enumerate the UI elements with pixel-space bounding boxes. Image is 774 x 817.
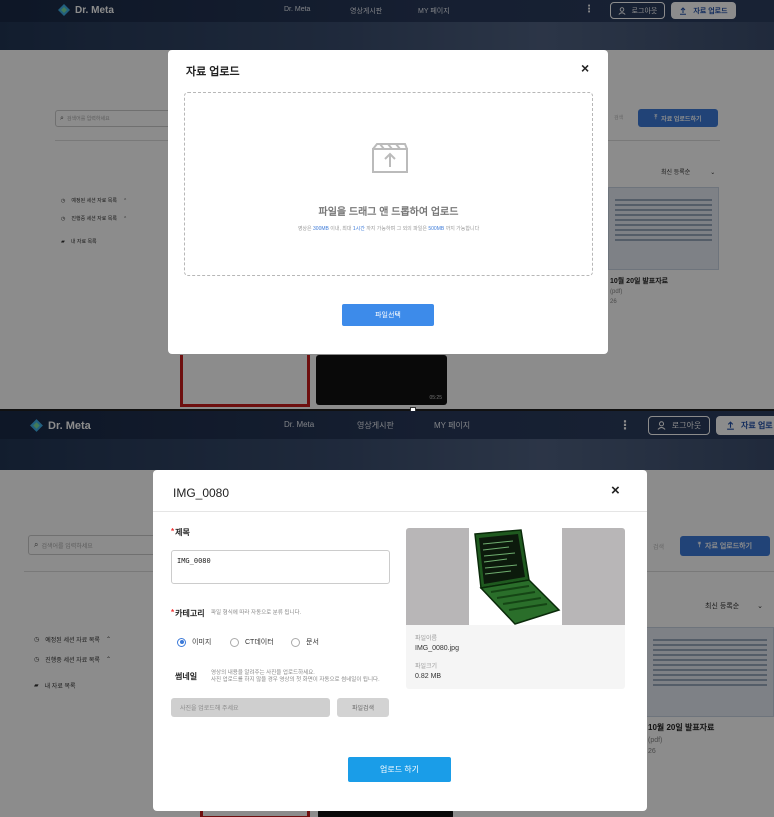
- note-file-size: 500MB: [428, 226, 445, 232]
- file-preview-panel: 파일이름 IMG_0080.jpg 파일크기 0.82 MB: [406, 528, 625, 689]
- file-name-label: 파일이름: [415, 636, 438, 642]
- thumbnail-hint: 영상의 내용을 알려주는 사진을 업로드하세요. 사진 업로드를 하지 않을 경…: [211, 670, 380, 685]
- close-icon[interactable]: ×: [581, 60, 589, 76]
- note-part: 까지 가능하며 그 외의 파일은: [364, 226, 429, 232]
- modal-title: 자료 업로드: [186, 66, 240, 78]
- close-icon[interactable]: ×: [611, 482, 620, 499]
- file-dropzone[interactable]: 파일을 드래그 앤 드롭하여 업로드 영상은 300MB 이내, 최대 1시간 …: [184, 92, 593, 276]
- radio-icon: [230, 637, 239, 647]
- thumbnail-hint-line2: 사진 업로드를 하지 않을 경우 영상의 첫 화면이 자동으로 썸네일이 됩니다…: [211, 677, 380, 684]
- dropzone-note: 영상은 300MB 이내, 최대 1시간 까지 가능하며 그 외의 파일은 50…: [185, 225, 592, 232]
- category-radio-document[interactable]: 문서: [291, 637, 319, 647]
- radio-icon: [291, 637, 300, 647]
- modal-header-divider: [153, 511, 647, 512]
- category-hint: 파일 형식에 따라 자동으로 분류 됩니다.: [211, 610, 302, 616]
- select-file-button[interactable]: 파일선택: [342, 304, 434, 326]
- thumbnail-input[interactable]: 사진을 업로드해 주세요: [171, 698, 330, 717]
- radio-label: CT데이터: [245, 639, 274, 646]
- radio-selected-icon: [177, 637, 186, 647]
- note-video-length: 1시간: [352, 226, 365, 232]
- upload-detail-modal: IMG_0080 × *제목 IMG_0080 *카테고리 파일 형식에 따라 …: [153, 470, 647, 811]
- submit-upload-button[interactable]: 업로드 하기: [348, 757, 451, 782]
- upload-dropzone-screen: Dr. Meta Dr. Meta 영상게시판 MY 페이지 ⋮ 로그아웃 자료…: [0, 0, 774, 410]
- thumbnail-label: 썸네일: [175, 672, 198, 681]
- category-label-text: 카테고리: [175, 609, 205, 618]
- upload-details-screen: Dr. Meta Dr. Meta 영상게시판 MY 페이지 ⋮ 로그아웃 자료…: [0, 411, 774, 817]
- file-size-value: 0.82 MB: [415, 673, 442, 680]
- radio-label: 문서: [306, 639, 319, 646]
- note-part: 까지 가능합니다: [444, 226, 480, 232]
- note-video-size: 300MB: [313, 226, 329, 232]
- title-label: *제목: [171, 527, 190, 537]
- category-radio-image[interactable]: 이미지: [177, 637, 211, 647]
- note-part: 이내, 최대: [328, 226, 353, 232]
- radio-label: 이미지: [192, 639, 212, 646]
- modal-title: IMG_0080: [173, 486, 230, 500]
- file-name-value: IMG_0080.jpg: [415, 645, 459, 652]
- laptop-image-icon: [474, 529, 561, 625]
- browse-file-button[interactable]: 파일검색: [337, 698, 389, 717]
- file-preview-image: [406, 528, 625, 625]
- title-label-text: 제목: [175, 528, 190, 537]
- video-upload-icon: [372, 143, 408, 173]
- upload-modal: 자료 업로드 × 파일을 드래그 앤 드롭하여 업로드 영상은 300MB 이내…: [168, 50, 608, 354]
- dropzone-title: 파일을 드래그 앤 드롭하여 업로드: [318, 207, 459, 218]
- title-input[interactable]: IMG_0080: [171, 550, 390, 584]
- category-radio-ct[interactable]: CT데이터: [230, 637, 274, 647]
- file-size-label: 파일크기: [415, 664, 438, 670]
- note-part: 영상은: [297, 226, 314, 232]
- category-label: *카테고리: [171, 608, 205, 618]
